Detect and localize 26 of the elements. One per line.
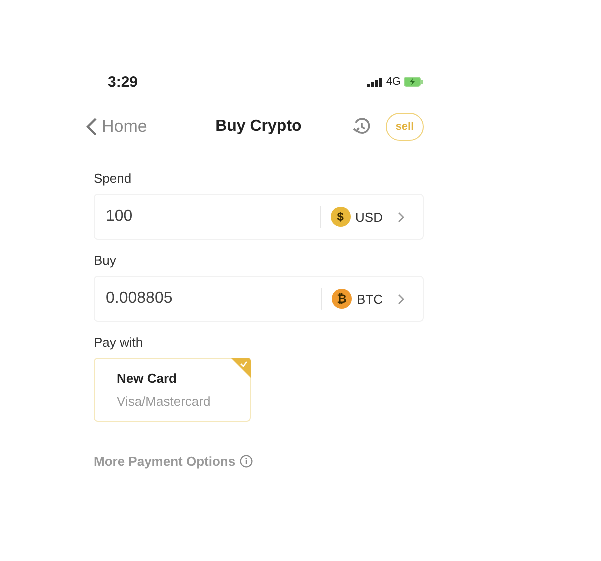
field-label: Buy bbox=[94, 253, 118, 268]
signal-icon bbox=[367, 78, 384, 86]
network-type: 4G bbox=[386, 76, 401, 88]
info-icon[interactable] bbox=[240, 455, 253, 468]
battery-icon bbox=[404, 77, 424, 87]
card-subtitle: Visa/Mastercard bbox=[117, 394, 212, 409]
amount-field[interactable]: 100 $ USD bbox=[94, 194, 424, 240]
card-title: New Card bbox=[117, 371, 178, 386]
coin-icon: $ bbox=[330, 207, 351, 227]
page-title: Buy Crypto bbox=[216, 118, 302, 136]
chevron-right-icon bbox=[398, 212, 405, 222]
chevron-left-icon bbox=[86, 117, 98, 137]
chevron-right-icon bbox=[398, 294, 405, 304]
status-time: 3:29 bbox=[108, 74, 138, 90]
section-label: Pay with bbox=[94, 335, 144, 350]
selected-check-icon bbox=[231, 358, 251, 378]
field-label: Spend bbox=[94, 171, 133, 186]
amount-field[interactable]: 0.008805 ₿ BTC bbox=[94, 276, 424, 322]
currency-code: BTC bbox=[357, 292, 383, 306]
currency-selector[interactable]: $ USD bbox=[330, 207, 405, 227]
back-button[interactable]: Home bbox=[86, 117, 148, 137]
coin-icon: ₿ bbox=[332, 289, 352, 309]
currency-selector[interactable]: ₿ BTC bbox=[332, 289, 405, 309]
currency-code: USD bbox=[356, 210, 383, 224]
payment-card[interactable]: New Card Visa/Mastercard bbox=[94, 358, 251, 422]
history-icon[interactable] bbox=[352, 117, 372, 137]
